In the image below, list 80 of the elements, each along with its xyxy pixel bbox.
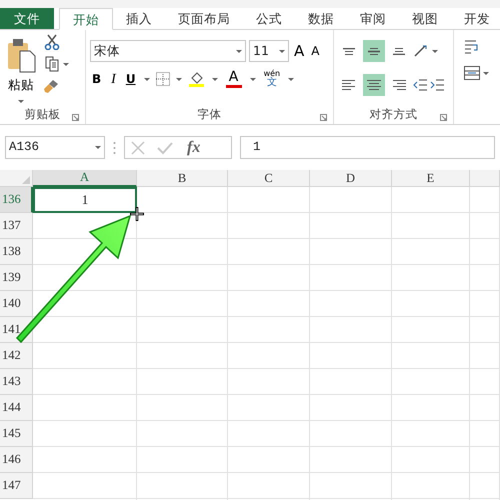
grip-icon [113, 140, 116, 154]
row-header[interactable]: 140 [0, 291, 33, 317]
italic-button[interactable]: I [109, 68, 118, 90]
ribbon-tab[interactable]: 公式 [243, 8, 295, 29]
caret-icon [176, 78, 182, 80]
row-header[interactable]: 137 [0, 213, 33, 239]
wrap-text-icon[interactable] [464, 40, 480, 54]
font-size-dropdown[interactable]: 11 [249, 40, 289, 62]
row-header[interactable]: 138 [0, 239, 33, 265]
ribbon-tab[interactable]: 插入 [113, 8, 165, 29]
align-lines-icon [367, 80, 381, 90]
font-name-dropdown[interactable]: 宋体 [90, 40, 246, 62]
align-lines-icon [392, 80, 406, 90]
row-header[interactable]: 146 [0, 447, 33, 473]
bold-button[interactable]: B [90, 68, 104, 90]
caret-icon [483, 72, 489, 74]
caret-icon [432, 50, 438, 52]
ribbon-tab[interactable]: 开始 [59, 8, 113, 30]
clipboard-icon [6, 36, 36, 73]
dialog-launcher-icon[interactable] [440, 114, 447, 121]
row-header[interactable]: 136 [0, 187, 33, 213]
dialog-launcher-icon[interactable] [320, 114, 327, 121]
row-header[interactable]: 144 [0, 395, 33, 421]
copy-icon[interactable] [44, 56, 60, 72]
align-lines-icon [343, 48, 355, 54]
grow-font-button[interactable]: A [292, 40, 306, 62]
caret-icon [236, 50, 242, 52]
orientation-icon[interactable] [413, 44, 429, 58]
scissors-icon[interactable] [44, 34, 60, 50]
caret-icon [18, 100, 24, 104]
column-header[interactable]: B [137, 170, 228, 187]
file-tab[interactable]: 文件 [0, 8, 54, 29]
column-header[interactable]: E [392, 170, 470, 187]
column-header[interactable]: D [310, 170, 392, 187]
brush-icon[interactable] [44, 78, 60, 94]
row-header[interactable]: 142 [0, 343, 33, 369]
align-lines-icon [342, 80, 356, 90]
align-lines-icon [393, 48, 405, 54]
row-header[interactable]: 145 [0, 421, 33, 447]
paste-button[interactable]: 粘贴 [4, 34, 38, 106]
align-lines-icon [368, 48, 380, 54]
row-header[interactable]: 143 [0, 369, 33, 395]
group-label: 字体 [198, 106, 222, 124]
insert-function-button[interactable]: fx [185, 136, 202, 158]
increase-indent-icon[interactable] [430, 79, 444, 91]
shrink-font-button[interactable]: A [309, 40, 322, 62]
ribbon-tab[interactable]: 视图 [399, 8, 451, 29]
corner-triangle-icon [22, 176, 30, 184]
crosshair-cursor-icon [130, 207, 144, 221]
dialog-launcher-icon[interactable] [72, 114, 79, 121]
check-icon[interactable] [157, 140, 173, 154]
phonetic-button[interactable]: wén 文 [262, 68, 282, 90]
center-align-button[interactable] [363, 74, 385, 96]
table-cell[interactable]: 1 [33, 187, 137, 213]
caret-icon [95, 146, 101, 149]
merge-cells-icon[interactable] [464, 66, 480, 80]
caret-icon [212, 78, 218, 80]
underline-button[interactable]: U [124, 68, 138, 90]
column-header[interactable]: C [228, 170, 310, 187]
column-header[interactable]: A [33, 170, 137, 187]
formula-input[interactable]: 1 [240, 136, 495, 159]
font-color-button[interactable]: A [224, 68, 244, 90]
group-label: 对齐方式 [370, 106, 418, 124]
caret-icon [279, 50, 285, 52]
caret-icon [144, 78, 150, 80]
row-header[interactable]: 147 [0, 473, 33, 499]
decrease-indent-icon[interactable] [413, 79, 427, 91]
middle-align-button[interactable] [363, 40, 385, 62]
caret-icon [288, 78, 294, 80]
caret-icon [63, 62, 69, 66]
row-header[interactable]: 139 [0, 265, 33, 291]
ribbon-tab[interactable]: 数据 [295, 8, 347, 29]
borders-icon[interactable] [156, 72, 170, 86]
ribbon-tab[interactable]: 开发 [451, 8, 500, 29]
group-label: 剪贴板 [24, 106, 60, 124]
ribbon-tab[interactable]: 审阅 [347, 8, 399, 29]
fill-color-icon[interactable] [188, 71, 206, 87]
name-box[interactable]: A136 [5, 136, 105, 159]
ribbon-tab[interactable]: 页面布局 [165, 8, 243, 29]
caret-icon [250, 78, 256, 80]
